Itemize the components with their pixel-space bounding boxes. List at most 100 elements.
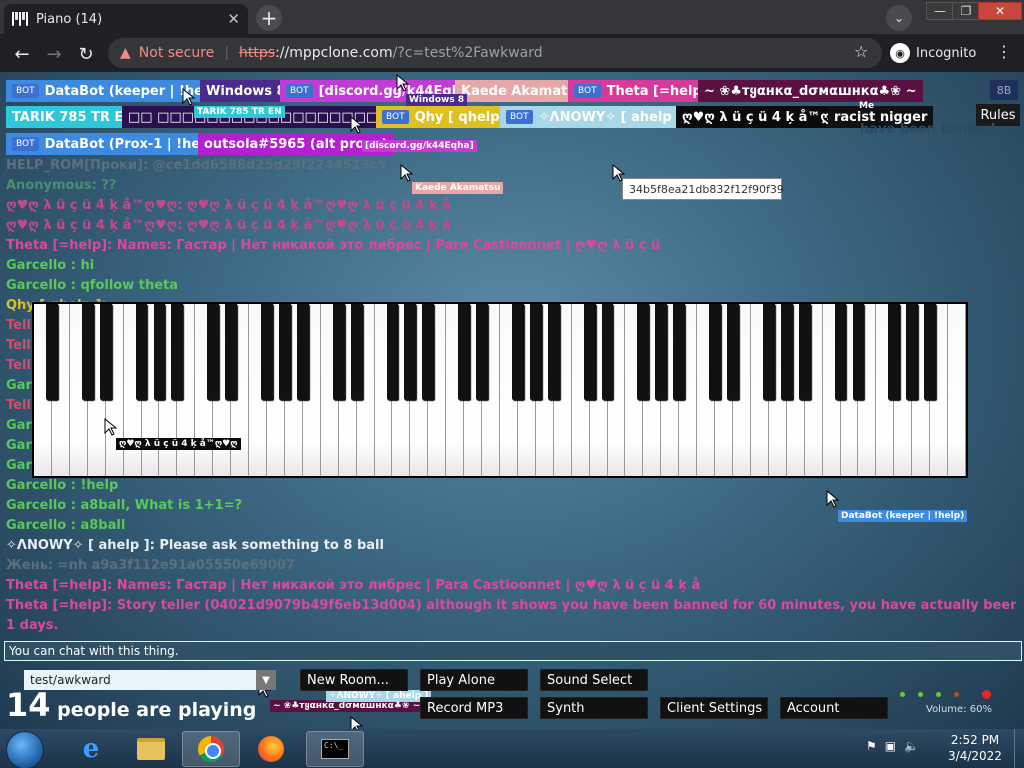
black-key[interactable] bbox=[296, 304, 309, 400]
chat-input[interactable]: You can chat with this thing. bbox=[4, 641, 1022, 661]
black-key[interactable] bbox=[780, 304, 793, 400]
black-key[interactable] bbox=[601, 304, 614, 400]
volume-slider[interactable] bbox=[896, 688, 996, 702]
black-key[interactable] bbox=[422, 304, 435, 400]
synth-button[interactable]: Synth bbox=[540, 697, 648, 719]
volume-knob[interactable] bbox=[954, 692, 959, 697]
minimize-button[interactable]: — bbox=[926, 2, 954, 20]
black-key[interactable] bbox=[709, 304, 721, 400]
chat-username[interactable]: Tell bbox=[6, 338, 31, 353]
black-key[interactable] bbox=[332, 304, 345, 400]
chat-username[interactable]: Theta [=help]: bbox=[6, 598, 112, 613]
black-key[interactable] bbox=[171, 304, 184, 400]
maximize-button[interactable]: ❐ bbox=[952, 2, 980, 20]
piano-keys[interactable] bbox=[34, 304, 966, 476]
client-settings-button[interactable]: Client Settings bbox=[660, 697, 768, 719]
black-key[interactable] bbox=[673, 304, 686, 400]
black-key[interactable] bbox=[924, 304, 937, 400]
black-key[interactable] bbox=[207, 304, 220, 400]
flag-icon[interactable]: ⚑ bbox=[866, 739, 877, 753]
clock[interactable]: 2:52 PM 3/4/2022 bbox=[940, 732, 1010, 764]
chat-username[interactable]: HELP_ROM[Проки]: bbox=[6, 158, 148, 173]
speaker-icon[interactable]: 🔈 bbox=[904, 739, 919, 753]
user-badge[interactable]: BOT Qhy [ qhelp ] bbox=[376, 106, 516, 128]
black-key[interactable] bbox=[888, 304, 901, 400]
show-desktop-button[interactable] bbox=[1014, 729, 1024, 768]
black-key[interactable] bbox=[404, 304, 417, 400]
black-key[interactable] bbox=[81, 304, 94, 400]
black-key[interactable] bbox=[350, 304, 363, 400]
cmd-taskbar-button[interactable]: C:\_ bbox=[306, 731, 364, 767]
account-button[interactable]: Account bbox=[780, 697, 888, 719]
black-key[interactable] bbox=[852, 304, 865, 400]
chat-username[interactable]: Жень: bbox=[6, 558, 53, 573]
black-key[interactable] bbox=[135, 304, 148, 400]
chat-username[interactable]: Garcello : bbox=[6, 478, 76, 493]
sound-select-button[interactable]: Sound Select bbox=[540, 669, 648, 691]
tab-search-button[interactable]: ⌄ bbox=[886, 5, 912, 31]
user-badge[interactable]: BOT DataBot (Prox-1 | !help) bbox=[6, 133, 226, 155]
black-key[interactable] bbox=[906, 304, 919, 400]
tab-piano[interactable]: Piano (14) ✕ bbox=[4, 4, 248, 34]
black-key[interactable] bbox=[46, 304, 58, 400]
new-room-button[interactable]: New Room... bbox=[300, 669, 408, 691]
white-key[interactable] bbox=[948, 304, 966, 476]
back-button[interactable]: ← bbox=[10, 42, 34, 66]
chrome-taskbar-button[interactable] bbox=[182, 731, 240, 767]
user-badge[interactable]: Windows 8 bbox=[200, 80, 292, 102]
chat-username[interactable]: Garcello : bbox=[6, 278, 76, 293]
black-key[interactable] bbox=[476, 304, 488, 400]
chat-username[interactable]: 1 days. bbox=[6, 618, 58, 633]
record-mp3-button[interactable]: Record MP3 bbox=[420, 697, 528, 719]
play-alone-button[interactable]: Play Alone bbox=[420, 669, 528, 691]
piano-keyboard[interactable] bbox=[32, 302, 968, 478]
chat-username[interactable]: Anonymous: bbox=[6, 178, 97, 193]
black-key[interactable] bbox=[279, 304, 291, 400]
black-key[interactable] bbox=[762, 304, 775, 400]
explorer-taskbar-button[interactable] bbox=[122, 731, 180, 767]
black-key[interactable] bbox=[386, 304, 399, 400]
menu-icon[interactable]: ⋮ bbox=[996, 42, 1012, 61]
address-bar[interactable]: ▲ Not secure | https ://mppclone.com /?c… bbox=[108, 38, 882, 68]
new-tab-button[interactable]: + bbox=[256, 5, 282, 31]
security-label[interactable]: Not secure bbox=[139, 45, 215, 61]
room-dropdown-icon[interactable]: ▼ bbox=[256, 670, 276, 690]
chat-username[interactable]: ღ♥ღ λ ü ç ü 4 ķ å™ღ♥ღ: bbox=[6, 198, 182, 213]
chat-username[interactable]: Tell bbox=[6, 398, 31, 413]
black-key[interactable] bbox=[798, 304, 811, 400]
black-key[interactable] bbox=[99, 304, 112, 400]
user-badge[interactable]: BOT Theta [=help] bbox=[568, 80, 714, 102]
reload-button[interactable]: ↻ bbox=[74, 42, 98, 66]
forward-button[interactable]: → bbox=[42, 42, 66, 66]
chat-username[interactable]: Theta [=help]: bbox=[6, 578, 112, 593]
black-key[interactable] bbox=[225, 304, 238, 400]
incognito-indicator[interactable]: ◉ Incognito bbox=[890, 43, 976, 63]
black-key[interactable] bbox=[834, 304, 847, 400]
chat-username[interactable]: Tell bbox=[6, 318, 31, 333]
chat-username[interactable]: Garcello : bbox=[6, 518, 76, 533]
user-badge[interactable]: ~ ❀♣тყαнкα_dσмαшнкα♣❀ ~ bbox=[698, 80, 923, 102]
bookmark-star-icon[interactable]: ☆ bbox=[854, 42, 868, 61]
black-key[interactable] bbox=[583, 304, 596, 400]
black-key[interactable] bbox=[261, 304, 273, 400]
black-key[interactable] bbox=[512, 304, 524, 400]
chat-username[interactable]: Garcello : bbox=[6, 258, 76, 273]
start-button[interactable] bbox=[6, 731, 44, 768]
user-badge[interactable]: BOT ✧ΛNOWY✧ [ ahelp ] bbox=[500, 106, 689, 128]
chat-username[interactable]: Garcello : bbox=[6, 498, 76, 513]
chat-username[interactable]: Tell bbox=[6, 358, 31, 373]
black-key[interactable] bbox=[547, 304, 560, 400]
chat-username[interactable]: ღ♥ღ λ ü ç ü 4 ķ å™ღ♥ღ: bbox=[6, 218, 182, 233]
chat-username[interactable]: Theta [=help]: bbox=[6, 238, 112, 253]
ie-taskbar-button[interactable]: e bbox=[62, 731, 120, 767]
firefox-taskbar-button[interactable] bbox=[242, 731, 300, 767]
black-key[interactable] bbox=[727, 304, 739, 400]
sb-badge[interactable]: 8B bbox=[990, 80, 1018, 100]
close-window-button[interactable]: ✕ bbox=[978, 2, 1022, 20]
chat-username[interactable]: ✧ΛNOWY✧ [ ahelp ]: bbox=[6, 538, 155, 553]
system-tray[interactable]: ⚑ ▣ 🔈 bbox=[866, 739, 919, 753]
close-tab-icon[interactable]: ✕ bbox=[227, 10, 240, 28]
black-key[interactable] bbox=[655, 304, 668, 400]
user-badge[interactable]: TARIK 785 TR EN bbox=[6, 106, 141, 128]
black-key[interactable] bbox=[153, 304, 166, 400]
